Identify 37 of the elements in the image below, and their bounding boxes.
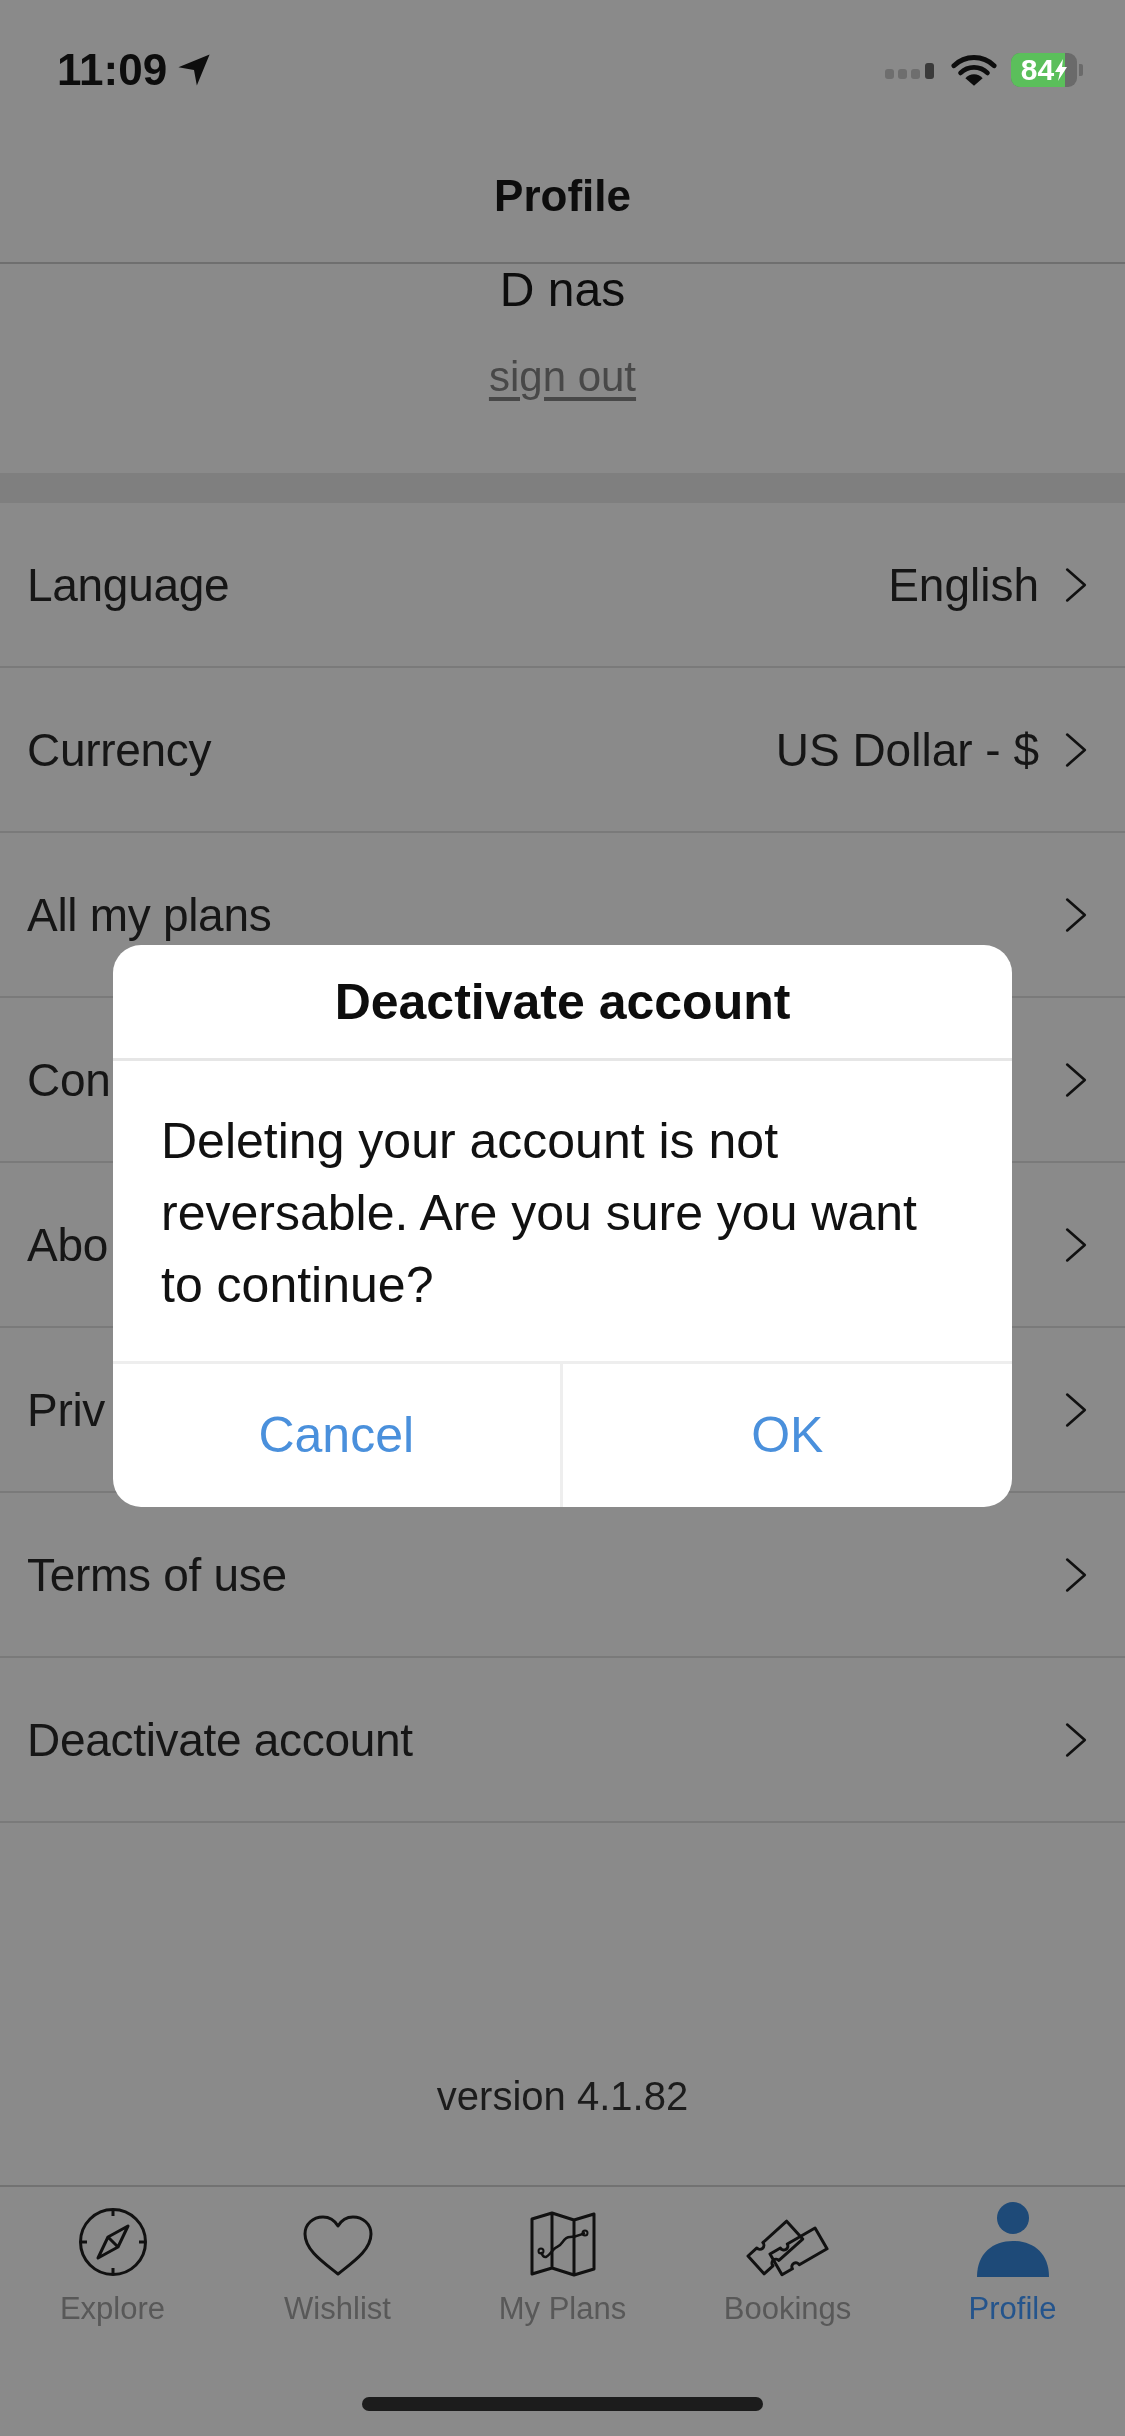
settings-label[interactable]: All my plans	[27, 889, 272, 940]
ok-button[interactable]: OK	[562, 1364, 1012, 1507]
settings-label[interactable]: Deactivate account	[27, 1714, 413, 1765]
tickets-icon	[746, 2219, 829, 2277]
settings-label[interactable]: Terms of use	[27, 1549, 287, 1600]
chevron-right-icon	[1065, 1061, 1087, 1098]
bolt-icon	[1055, 59, 1068, 81]
chevron-right-icon	[1065, 731, 1087, 768]
chevron-right-icon	[1065, 1226, 1087, 1263]
cancel-button[interactable]: Cancel	[113, 1364, 563, 1507]
heart-icon	[302, 2215, 373, 2277]
settings-value: US Dollar - $	[775, 724, 1039, 775]
location-arrow-icon	[177, 53, 212, 87]
chevron-right-icon	[1065, 1721, 1087, 1758]
map-icon	[529, 2211, 596, 2277]
settings-label[interactable]: Abo	[27, 1219, 108, 1270]
version-text: version 4.1.82	[436, 2074, 689, 2118]
sign-out-link[interactable]: sign out	[488, 354, 637, 400]
chevron-right-icon	[1065, 896, 1087, 933]
compass-icon	[77, 2207, 148, 2277]
battery-percentage: 84	[1020, 54, 1055, 86]
dialog-title: Deactivate account	[334, 973, 791, 1030]
settings-label[interactable]: Con	[27, 1054, 111, 1105]
page-title: Profile	[494, 171, 631, 221]
settings-label[interactable]: Language	[27, 559, 230, 610]
settings-label[interactable]: Currency	[27, 724, 212, 775]
dialog-message: Deleting your account is not reversable. Are you sure you want to continue?	[161, 1112, 918, 1315]
wifi-icon	[951, 53, 997, 87]
settings-value: English	[888, 559, 1039, 610]
chevron-right-icon	[1065, 1556, 1087, 1593]
signal-icon	[885, 61, 937, 79]
chevron-right-icon	[1065, 1391, 1087, 1428]
settings-label[interactable]: Priv	[27, 1384, 106, 1435]
status-time: 11:09	[57, 46, 168, 94]
chevron-right-icon	[1065, 566, 1087, 603]
user-name: D nas	[499, 264, 626, 316]
person-icon	[974, 2201, 1051, 2277]
